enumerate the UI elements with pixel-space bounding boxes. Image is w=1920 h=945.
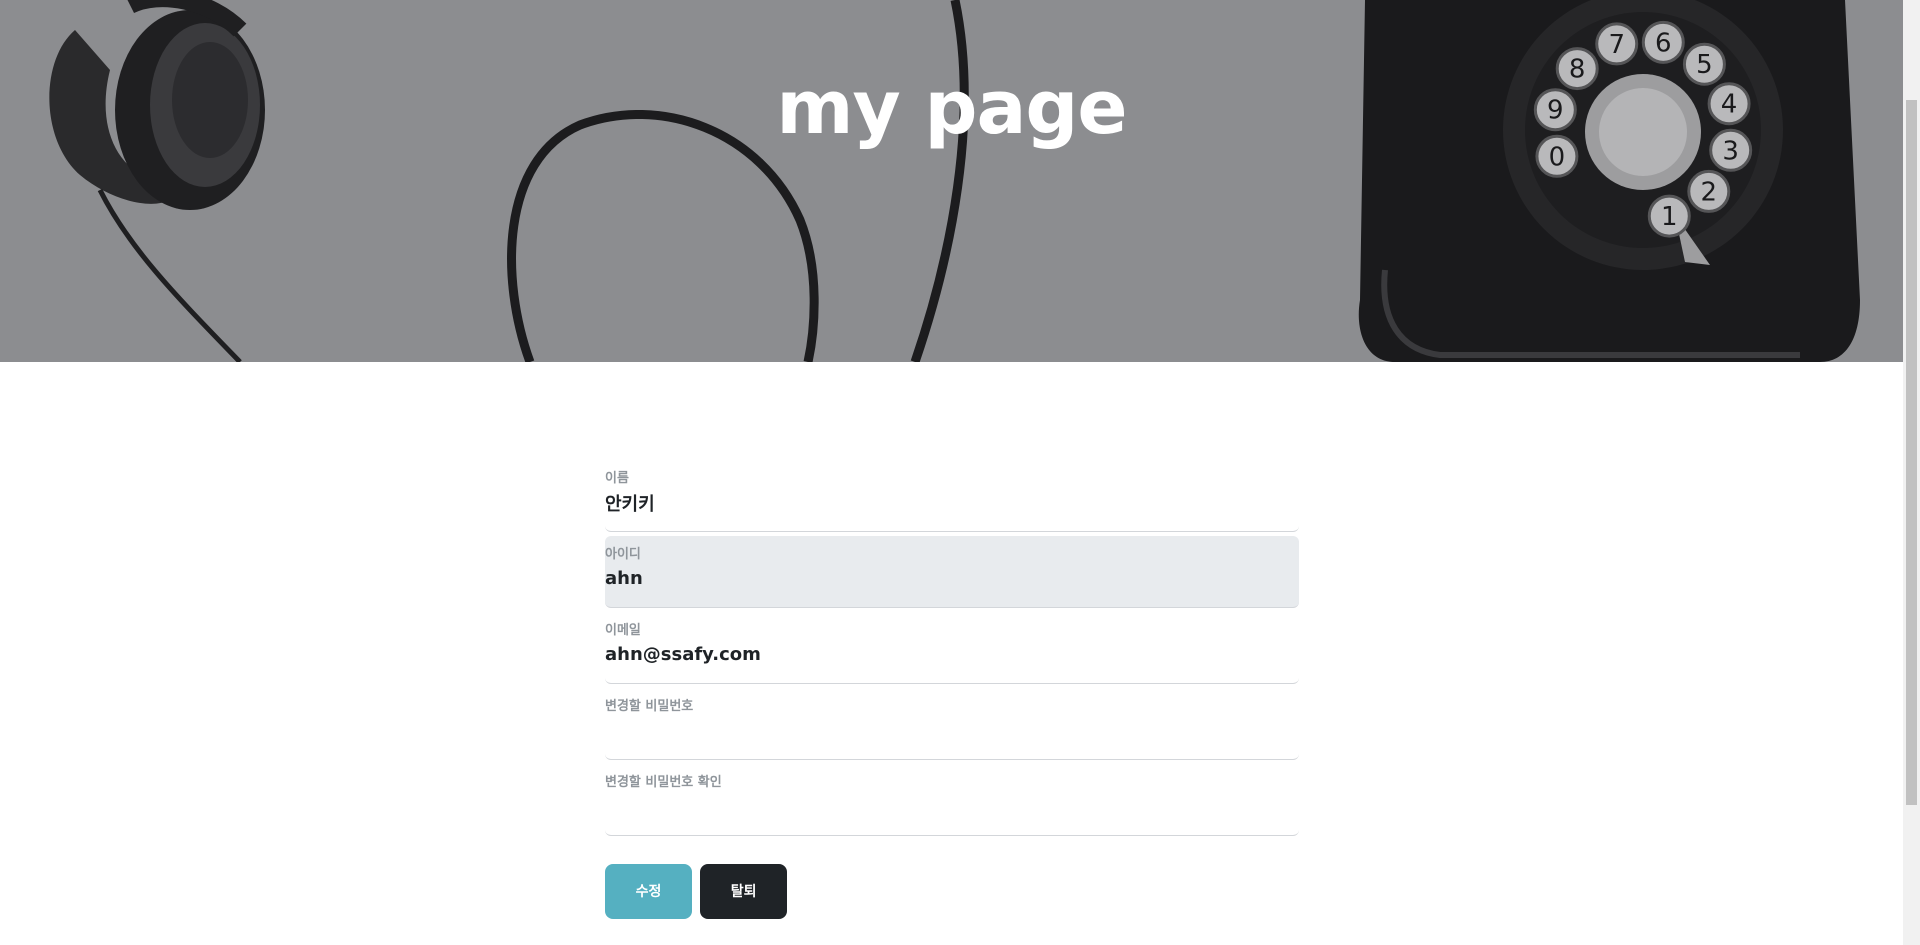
confirm-password-field: 변경할 비밀번호 확인 <box>605 764 1299 836</box>
id-label: 아이디 <box>605 547 641 562</box>
id-field: 아이디 <box>605 536 1299 608</box>
new-password-input[interactable] <box>605 720 1285 741</box>
confirm-password-input[interactable] <box>605 796 1285 817</box>
hero-banner: 1234567890 my page <box>0 0 1903 362</box>
dial-digit-label: 1 <box>1661 202 1678 232</box>
email-input[interactable] <box>605 644 1285 665</box>
vertical-scrollbar[interactable] <box>1903 0 1920 945</box>
name-field: 이름 <box>605 460 1299 532</box>
dial-digit-label: 7 <box>1608 30 1625 60</box>
new-password-label: 변경할 비밀번호 <box>605 699 694 714</box>
page-title: my page <box>776 65 1127 151</box>
email-field: 이메일 <box>605 612 1299 684</box>
page: 1234567890 my page 이름 아이디 이메일 변경할 비밀번호 <box>0 0 1920 945</box>
dial-digit-label: 2 <box>1701 177 1718 207</box>
profile-form: 이름 아이디 이메일 변경할 비밀번호 변경할 비밀번호 확인 <box>605 460 1299 840</box>
telephone-photo: 1234567890 <box>0 0 1903 362</box>
id-input <box>605 568 1285 589</box>
name-input[interactable] <box>605 492 1285 513</box>
confirm-password-label: 변경할 비밀번호 확인 <box>605 775 722 790</box>
withdraw-button[interactable]: 탈퇴 <box>700 864 788 919</box>
email-label: 이메일 <box>605 623 641 638</box>
name-label: 이름 <box>605 471 629 486</box>
new-password-field: 변경할 비밀번호 <box>605 688 1299 760</box>
edit-button[interactable]: 수정 <box>605 864 692 919</box>
scrollbar-thumb[interactable] <box>1906 100 1917 805</box>
content-area: 1234567890 my page 이름 아이디 이메일 변경할 비밀번호 <box>0 0 1903 945</box>
dial-digit-label: 6 <box>1655 28 1672 58</box>
action-buttons: 수정 탈퇴 <box>605 864 790 919</box>
